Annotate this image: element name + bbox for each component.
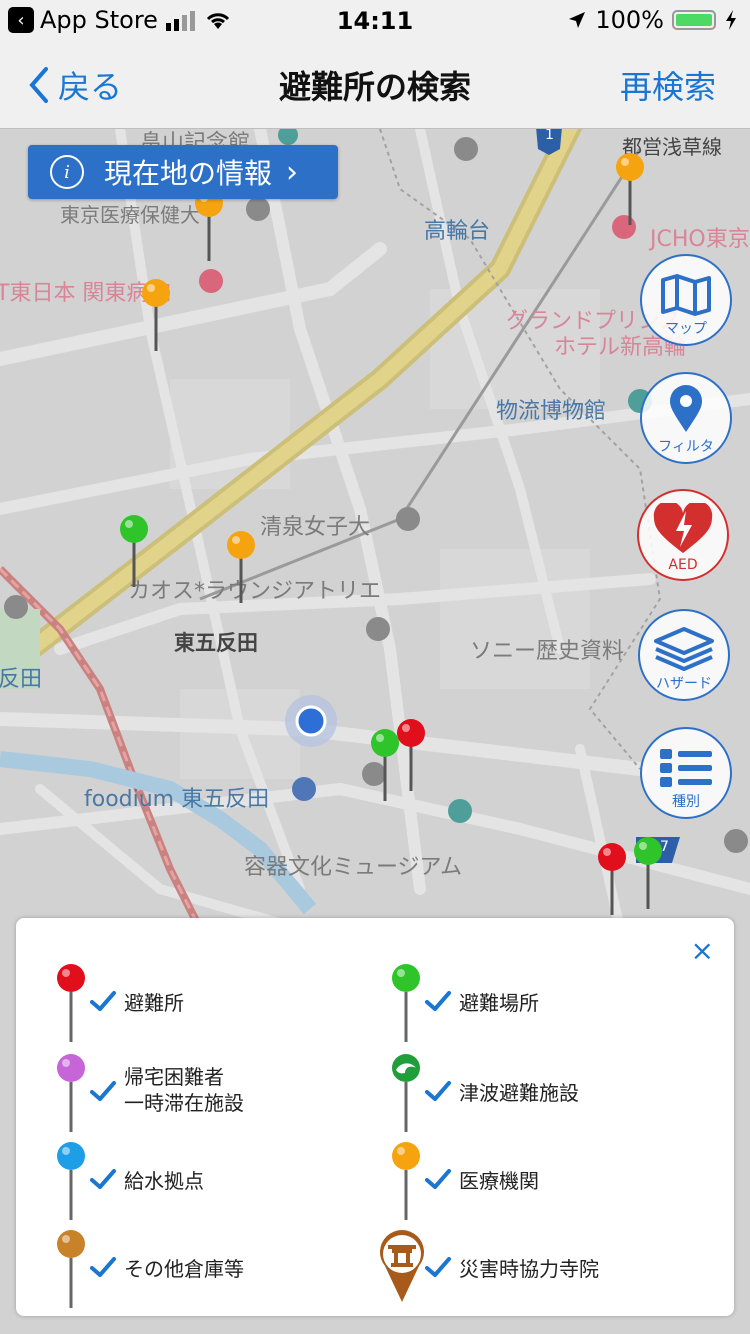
check-icon <box>90 1169 116 1189</box>
medical-pin-icon <box>392 1142 420 1220</box>
legend-label-multiline: 帰宅困難者 一時滞在施設 <box>124 1064 244 1116</box>
nav-bar: 戻る 避難所の検索 再検索 <box>0 40 750 129</box>
legend-label: 避難所 <box>124 991 184 1015</box>
check-icon <box>90 991 116 1011</box>
check-icon <box>90 1081 116 1101</box>
aed-heart-icon <box>653 503 713 553</box>
map-pin-medical[interactable] <box>141 279 171 353</box>
legend-label: 避難場所 <box>459 991 539 1015</box>
map-pin-shelter[interactable] <box>396 719 426 793</box>
aed-label: AED <box>668 557 698 573</box>
layers-icon <box>654 627 714 671</box>
legend-label: 災害時協力寺院 <box>459 1257 599 1281</box>
legend-label: 津波避難施設 <box>459 1081 579 1105</box>
legend-item-water[interactable]: 給水拠点 <box>16 1142 346 1222</box>
map-pin-medical[interactable] <box>615 153 645 227</box>
check-icon <box>90 1257 116 1277</box>
legend-item-warehouse[interactable]: その他倉庫等 <box>16 1230 346 1310</box>
filter-button[interactable]: フィルタ <box>640 372 732 464</box>
map-pin-evac-area[interactable] <box>119 515 149 589</box>
evac-area-pin-icon <box>392 964 420 1042</box>
tsunami-pin-icon <box>392 1054 420 1132</box>
map-label-gotanda: 反田 <box>0 667 43 692</box>
status-right: 100% <box>567 6 738 34</box>
map-label-jcho: JCHO東京 <box>650 227 750 252</box>
map-label-tokyo-iryou: 東京医療保健大 <box>60 203 200 227</box>
hazard-label: ハザード <box>656 676 712 692</box>
map-label-butsuryu: 物流博物館 <box>496 399 607 424</box>
legend-label-line2: 一時滞在施設 <box>124 1091 244 1115</box>
map-label-foodium: foodium 東五反田 <box>84 787 270 812</box>
map-type-label: マップ <box>665 321 707 337</box>
map-label-youki: 容器文化ミュージアム <box>244 855 463 880</box>
legend-item-temple[interactable]: 災害時協力寺院 <box>351 1230 681 1310</box>
map-label-seisen: 清泉女子大 <box>260 515 371 540</box>
map-pin-evac-area[interactable] <box>370 729 400 803</box>
battery-level <box>676 14 712 26</box>
legend-item-shelter[interactable]: 避難所 <box>16 964 346 1044</box>
research-button[interactable]: 再検索 <box>620 62 716 108</box>
map-pin-medical[interactable] <box>226 531 256 605</box>
legend-item-stranded[interactable]: 帰宅困難者 一時滞在施設 <box>16 1054 346 1134</box>
location-arrow-icon <box>569 12 586 28</box>
legend-panel: × 避難所 避難場所 帰宅困難者 一時滞在施設 津波避難施設 給水拠点 医療機関 <box>16 918 734 1316</box>
check-icon <box>425 1081 451 1101</box>
filter-label: フィルタ <box>658 439 714 455</box>
info-icon: i <box>50 155 84 189</box>
legend-label: 給水拠点 <box>124 1169 204 1193</box>
temple-pin-icon <box>380 1230 424 1302</box>
battery-percent: 100% <box>595 6 664 34</box>
kind-label: 種別 <box>672 794 700 810</box>
map-icon <box>661 274 711 316</box>
map-label-takanawadai: 高輪台 <box>424 219 491 244</box>
close-icon[interactable]: × <box>691 934 714 967</box>
current-location-info-button[interactable]: i 現在地の情報 › <box>28 145 338 199</box>
map-pin-evac-area[interactable] <box>633 837 663 911</box>
route-1-shield: 1 <box>545 129 554 143</box>
check-icon <box>425 991 451 1011</box>
battery-icon <box>672 10 716 30</box>
map-pin-shelter[interactable] <box>597 843 627 917</box>
shelter-pin-icon <box>57 964 85 1042</box>
legend-item-medical[interactable]: 医療機関 <box>351 1142 681 1222</box>
legend-item-evac-area[interactable]: 避難場所 <box>351 964 681 1044</box>
charging-icon <box>726 10 736 30</box>
chevron-right-icon: › <box>286 154 299 190</box>
map-label-sony: ソニー歴史資料 <box>470 639 625 664</box>
check-icon <box>425 1169 451 1189</box>
legend-item-tsunami[interactable]: 津波避難施設 <box>351 1054 681 1134</box>
location-pin-icon <box>670 385 702 432</box>
list-icon <box>660 749 712 787</box>
water-pin-icon <box>57 1142 85 1220</box>
legend-label: 医療機関 <box>459 1169 539 1193</box>
map-label-higashi-gotanda: 東五反田 <box>174 631 258 655</box>
hazard-button[interactable]: ハザード <box>638 609 730 701</box>
check-icon <box>425 1257 451 1277</box>
warehouse-pin-icon <box>57 1230 85 1308</box>
current-location-info-label: 現在地の情報 <box>104 157 273 190</box>
map-type-button[interactable]: マップ <box>640 254 732 346</box>
aed-button[interactable]: AED <box>637 489 729 581</box>
legend-label: その他倉庫等 <box>124 1257 244 1281</box>
stranded-pin-icon <box>57 1054 85 1132</box>
kind-button[interactable]: 種別 <box>640 727 732 819</box>
legend-label-line1: 帰宅困難者 <box>124 1065 224 1089</box>
map-pin-medical[interactable] <box>194 189 224 263</box>
status-bar: ‹ App Store 14:11 100% <box>0 0 750 40</box>
